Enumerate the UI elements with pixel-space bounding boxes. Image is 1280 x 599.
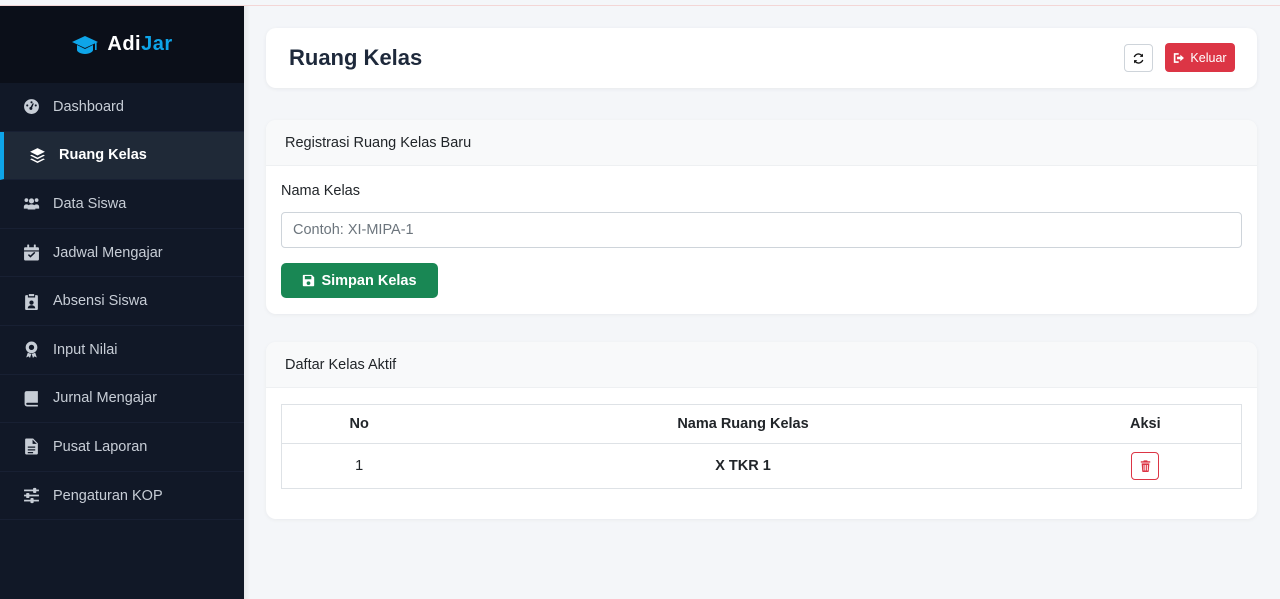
sidebar-item-label: Jadwal Mengajar <box>53 244 163 261</box>
sidebar-menu: Dashboard Ruang Kelas Data Siswa Jadwal … <box>0 83 244 521</box>
logout-label: Keluar <box>1190 50 1227 65</box>
sidebar-item-label: Dashboard <box>53 98 124 115</box>
logout-button[interactable]: Keluar <box>1165 43 1235 72</box>
page-header: Ruang Kelas Keluar <box>266 28 1257 88</box>
classes-table: No Nama Ruang Kelas Aksi 1 X TKR 1 <box>281 404 1242 489</box>
active-classes-card: Daftar Kelas Aktif No Nama Ruang Kelas A… <box>266 342 1257 519</box>
table-row: 1 X TKR 1 <box>281 443 1242 489</box>
sliders-icon <box>22 487 40 505</box>
sidebar-item-jadwal-mengajar[interactable]: Jadwal Mengajar <box>0 229 244 278</box>
brand-name-part1: Adi <box>107 33 142 55</box>
column-header-class-name: Nama Ruang Kelas <box>436 404 1050 444</box>
table-header-row: No Nama Ruang Kelas Aksi <box>281 404 1242 444</box>
trash-icon <box>1140 460 1151 472</box>
award-icon <box>22 341 40 359</box>
file-lines-icon <box>22 438 40 456</box>
brand-name: AdiJar <box>107 33 172 56</box>
floppy-disk-icon <box>303 274 315 287</box>
sidebar-item-pusat-laporan[interactable]: Pusat Laporan <box>0 423 244 472</box>
register-card-title: Registrasi Ruang Kelas Baru <box>266 120 1257 166</box>
sidebar-item-ruang-kelas[interactable]: Ruang Kelas <box>0 131 244 181</box>
save-class-button[interactable]: Simpan Kelas <box>281 263 438 298</box>
dashboard-gauge-icon <box>22 98 40 116</box>
column-header-action: Aksi <box>1049 404 1242 444</box>
users-icon <box>22 195 40 213</box>
column-header-no: No <box>281 404 437 444</box>
sidebar-item-label: Ruang Kelas <box>59 147 147 164</box>
graduation-cap-icon <box>72 35 99 54</box>
sidebar-item-label: Data Siswa <box>53 195 127 212</box>
sidebar-item-label: Absensi Siswa <box>53 293 148 310</box>
clipboard-user-icon <box>22 292 40 310</box>
sidebar-item-data-siswa[interactable]: Data Siswa <box>0 180 244 229</box>
main-content: Ruang Kelas Keluar Registrasi Ruang Kela… <box>244 6 1280 599</box>
class-name-input[interactable] <box>281 212 1242 248</box>
sidebar-item-label: Jurnal Mengajar <box>53 390 157 407</box>
sidebar-item-label: Pusat Laporan <box>53 438 148 455</box>
sidebar: AdiJar Dashboard Ruang Kelas Data Siswa … <box>0 6 244 599</box>
refresh-icon <box>1133 52 1144 64</box>
row-number: 1 <box>281 443 437 489</box>
sidebar-item-absensi-siswa[interactable]: Absensi Siswa <box>0 277 244 326</box>
register-class-card: Registrasi Ruang Kelas Baru Nama Kelas S… <box>266 120 1257 314</box>
sidebar-item-label: Pengaturan KOP <box>53 487 163 504</box>
sidebar-item-label: Input Nilai <box>53 341 118 358</box>
row-class-name: X TKR 1 <box>436 443 1050 489</box>
sidebar-item-input-nilai[interactable]: Input Nilai <box>0 326 244 375</box>
layers-icon <box>28 146 46 164</box>
save-class-label: Simpan Kelas <box>321 272 417 289</box>
row-actions <box>1049 443 1242 489</box>
book-icon <box>22 389 40 407</box>
active-classes-title: Daftar Kelas Aktif <box>266 342 1257 388</box>
brand-name-part2: Jar <box>141 33 173 55</box>
sidebar-item-pengaturan-kop[interactable]: Pengaturan KOP <box>0 472 244 521</box>
brand-logo[interactable]: AdiJar <box>0 6 244 83</box>
refresh-button[interactable] <box>1124 44 1153 72</box>
sidebar-item-jurnal-mengajar[interactable]: Jurnal Mengajar <box>0 375 244 424</box>
delete-button[interactable] <box>1131 452 1160 480</box>
sidebar-item-dashboard[interactable]: Dashboard <box>0 83 244 132</box>
calendar-check-icon <box>22 244 40 262</box>
page-title: Ruang Kelas <box>289 45 423 70</box>
class-name-label: Nama Kelas <box>281 183 360 199</box>
sign-out-icon <box>1174 52 1185 63</box>
